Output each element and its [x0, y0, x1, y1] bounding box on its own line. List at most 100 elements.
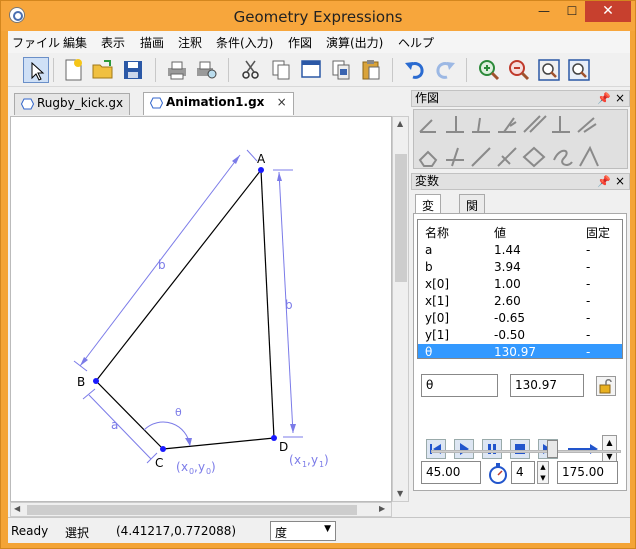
geometry-figure[interactable]: b b a θ (x 0 , y 0) (x 1 , y 1) A B … [11, 117, 391, 501]
hexagon-icon [21, 98, 34, 110]
table-row[interactable]: y[1] -0.50 - [418, 327, 622, 344]
save-disk-icon[interactable] [120, 57, 146, 83]
menu-bar: ファイル 編集 表示 描画 注釈 条件(入力) 作図 演算(出力) ヘルプ [8, 31, 630, 53]
animation-slider-track[interactable] [431, 450, 621, 453]
zoom-fit-icon[interactable] [536, 57, 562, 83]
menu-file[interactable]: ファイル [12, 34, 60, 51]
open-folder-icon[interactable] [90, 57, 116, 83]
paste-icon[interactable] [358, 57, 384, 83]
svg-text:y: y [311, 453, 318, 467]
angle-theta-arc[interactable] [143, 421, 191, 447]
pin-icon[interactable]: 📌 [597, 174, 611, 189]
table-row-selected[interactable]: θ 130.97 - [418, 344, 622, 358]
toolbar [8, 53, 630, 87]
direction-arrow-icon[interactable] [566, 441, 600, 457]
variables-table[interactable]: 名称 値 固定 a 1.44 - b 3.94 - x[0] 1.00 - x[… [417, 219, 623, 359]
menu-edit[interactable]: 編集 [63, 34, 87, 51]
table-header: 名称 値 固定 [425, 226, 611, 240]
redo-icon[interactable] [432, 57, 458, 83]
menu-calculate[interactable]: 演算(出力) [326, 34, 383, 51]
variable-value-field[interactable]: 130.97 [510, 374, 584, 397]
table-row[interactable]: a 1.44 - [418, 242, 622, 259]
construct-tool-icons[interactable] [414, 110, 629, 170]
tab-functions[interactable]: 関数 [459, 194, 486, 230]
panel-close-icon[interactable]: × [615, 174, 625, 189]
menu-draw[interactable]: 描画 [140, 34, 164, 51]
tab-variables[interactable]: 変数 [415, 194, 442, 230]
stop-button[interactable] [510, 439, 530, 459]
menu-construct[interactable]: 作図 [288, 34, 312, 51]
label-a: a [111, 418, 118, 432]
variables-panel-header: 変数 📌 × [411, 173, 630, 190]
close-button[interactable]: ✕ [585, 1, 631, 22]
canvas-horizontal-scrollbar[interactable]: ◀ ▶ [10, 502, 392, 517]
cut-scissors-icon[interactable] [238, 57, 264, 83]
svg-text:x: x [181, 460, 188, 474]
table-row[interactable]: y[0] -0.65 - [418, 310, 622, 327]
print-icon[interactable] [164, 57, 190, 83]
menu-annotate[interactable]: 注釈 [178, 34, 202, 51]
zoom-window-icon[interactable] [566, 57, 592, 83]
menu-constrain[interactable]: 条件(入力) [216, 34, 273, 51]
dimension-a[interactable] [82, 388, 158, 464]
construct-panel-header: 作図 📌 × [411, 90, 630, 107]
rewind-button[interactable] [426, 439, 446, 459]
hexagon-icon [150, 97, 163, 109]
svg-text:(: ( [176, 460, 181, 474]
animation-start-field[interactable]: 45.00 [421, 461, 481, 484]
zoom-out-icon[interactable] [506, 57, 532, 83]
canvas-vertical-scrollbar[interactable]: ▲ ▼ [392, 116, 409, 502]
menu-help[interactable]: ヘルプ [398, 34, 434, 51]
tab-animation1[interactable]: Animation1.gx × [143, 92, 294, 115]
animation-slider-thumb[interactable] [546, 440, 558, 458]
variable-name-field[interactable]: θ [421, 374, 498, 397]
menu-view[interactable]: 表示 [101, 34, 125, 51]
segment-cd[interactable] [162, 437, 275, 450]
tab-rugby-kick[interactable]: Rugby_kick.gx [14, 93, 131, 115]
label-theta: θ [175, 406, 182, 419]
scroll-thumb[interactable] [27, 505, 357, 515]
scroll-thumb[interactable] [395, 154, 407, 282]
segment-ad[interactable] [260, 169, 275, 439]
maximize-button[interactable]: ☐ [559, 1, 585, 22]
minimize-button[interactable]: — [531, 1, 557, 22]
undo-icon[interactable] [402, 57, 428, 83]
new-file-icon[interactable] [60, 57, 86, 83]
play-button[interactable] [454, 439, 474, 459]
status-coordinates: (4.41217,0.772088) [116, 524, 237, 538]
print-preview-icon[interactable] [194, 57, 220, 83]
point-b[interactable] [93, 378, 99, 384]
copy-icon[interactable] [268, 57, 294, 83]
animation-end-field[interactable]: 175.00 [557, 461, 618, 484]
segment-ab[interactable] [95, 169, 262, 382]
point-c[interactable] [160, 446, 166, 452]
point-d[interactable] [271, 435, 277, 441]
panel-close-icon[interactable]: × [615, 91, 625, 106]
tab-close-icon[interactable]: × [277, 95, 287, 109]
animation-speed-field[interactable]: 4 [511, 461, 535, 484]
drawing-canvas[interactable]: b b a θ (x 0 , y 0) (x 1 , y 1) A B … [10, 116, 392, 502]
tab-label: Rugby_kick.gx [37, 96, 124, 110]
table-row[interactable]: b 3.94 - [418, 259, 622, 276]
client-area: ファイル 編集 表示 描画 注釈 条件(入力) 作図 演算(出力) ヘルプ Ru… [8, 31, 630, 543]
table-row[interactable]: x[1] 2.60 - [418, 293, 622, 310]
pin-icon[interactable]: 📌 [597, 91, 611, 106]
construct-tools [413, 109, 628, 169]
status-bar: Ready 選択 (4.41217,0.772088) 度 ▼ [8, 517, 630, 543]
tab-label: Animation1.gx [166, 95, 265, 109]
copy-special-icon[interactable] [328, 57, 354, 83]
coordinate-label-c: ( x 0 , y 0 ) [176, 460, 216, 476]
unlock-icon[interactable] [596, 376, 616, 396]
angle-unit-select[interactable]: 度 ▼ [270, 521, 336, 541]
svg-text:): ) [324, 453, 329, 467]
zoom-in-icon[interactable] [476, 57, 502, 83]
stopwatch-icon [487, 461, 509, 485]
segment-bc[interactable] [95, 380, 164, 450]
copy-picture-icon[interactable] [298, 57, 324, 83]
pause-button[interactable] [482, 439, 502, 459]
point-a[interactable] [258, 167, 264, 173]
select-arrow-icon[interactable] [23, 57, 49, 83]
label-b-left: b [158, 258, 166, 272]
speed-spinner[interactable]: ▲ ▼ [537, 461, 549, 484]
table-row[interactable]: x[0] 1.00 - [418, 276, 622, 293]
